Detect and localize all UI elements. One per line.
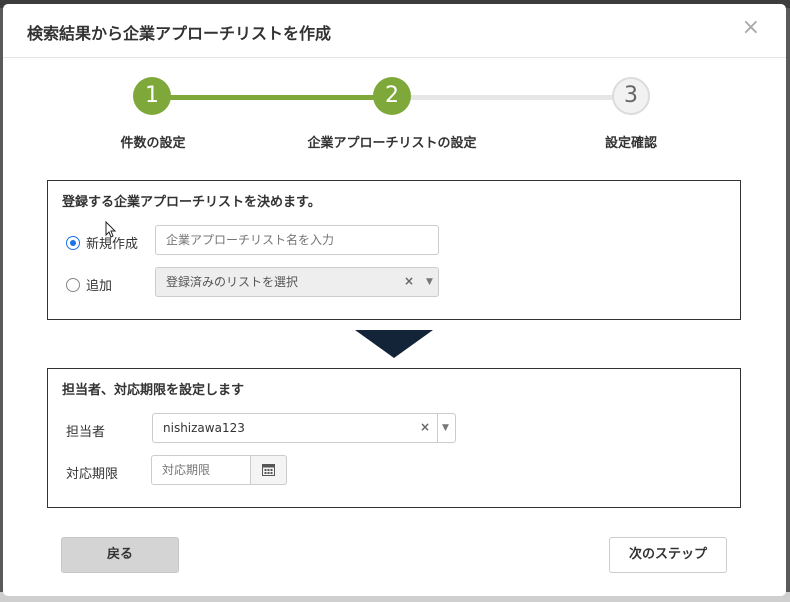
- assign-panel: 担当者、対応期限を設定します 担当者 nishizawa123 × ▼ 対応期限: [47, 368, 741, 508]
- modal-header: 検索結果から企業アプローチリストを作成 ×: [3, 4, 786, 58]
- add-list-option[interactable]: 追加: [66, 275, 112, 294]
- deadline-label: 対応期限: [66, 467, 119, 482]
- mouse-cursor-icon: [105, 221, 117, 238]
- add-list-radio[interactable]: [66, 277, 80, 292]
- back-button[interactable]: 戻る: [61, 537, 179, 573]
- owner-select-value: nishizawa123: [163, 421, 245, 435]
- step-2-label: 企業アプローチリストの設定: [307, 136, 477, 151]
- step-1-label: 件数の設定: [120, 136, 186, 151]
- deadline-input[interactable]: [151, 455, 251, 485]
- new-list-option[interactable]: 新規作成: [66, 233, 138, 252]
- close-icon[interactable]: ×: [742, 15, 760, 40]
- list-select-panel: 登録する企業アプローチリストを決めます。 新規作成 追加 登録済みのリストを選択…: [47, 180, 741, 320]
- step-indicator: 1 2 3 件数の設定 企業アプローチリストの設定 設定確認: [3, 64, 786, 154]
- flow-arrow-icon: [355, 330, 433, 358]
- list-panel-title: 登録する企業アプローチリストを決めます。: [62, 195, 321, 210]
- assign-panel-title: 担当者、対応期限を設定します: [62, 383, 245, 398]
- calendar-icon[interactable]: [251, 455, 287, 485]
- step-3-circle: 3: [612, 77, 650, 115]
- clear-icon[interactable]: ×: [404, 274, 414, 288]
- owner-label: 担当者: [66, 425, 106, 440]
- chevron-down-icon[interactable]: ▼: [426, 277, 433, 287]
- create-approach-list-modal: 検索結果から企業アプローチリストを作成 × 1 2 3 件数の設定 企業アプロー…: [3, 4, 786, 596]
- owner-clear-icon[interactable]: ×: [420, 420, 430, 434]
- existing-list-select-value: 登録済みのリストを選択: [166, 275, 299, 289]
- step-1-circle: 1: [133, 77, 171, 115]
- list-name-input[interactable]: [155, 225, 439, 255]
- next-step-button[interactable]: 次のステップ: [609, 537, 727, 573]
- step-3-label: 設定確認: [604, 136, 658, 151]
- step-progress-remaining: [393, 95, 631, 100]
- step-2-circle: 2: [373, 77, 411, 115]
- modal-title: 検索結果から企業アプローチリストを作成: [27, 24, 332, 43]
- add-list-label: 追加: [86, 279, 113, 294]
- new-list-radio[interactable]: [66, 235, 80, 250]
- owner-select[interactable]: nishizawa123: [152, 413, 456, 443]
- select-divider: [437, 414, 438, 442]
- owner-chevron-down-icon[interactable]: ▼: [442, 423, 449, 433]
- step-progress-done: [153, 95, 393, 100]
- existing-list-select[interactable]: 登録済みのリストを選択: [155, 267, 439, 297]
